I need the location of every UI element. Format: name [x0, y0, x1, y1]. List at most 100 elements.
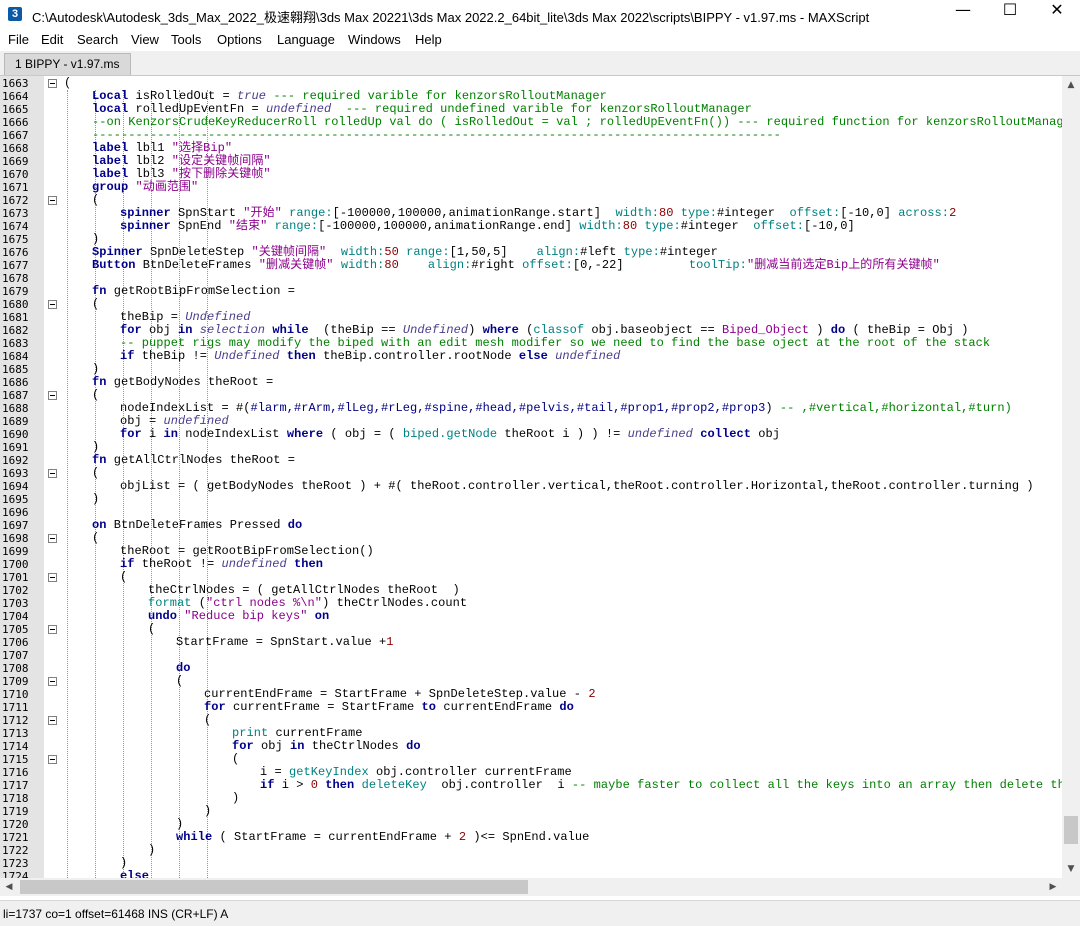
code-text: for currentFrame = StartFrame to current…: [204, 701, 574, 714]
fold-toggle-icon[interactable]: [48, 716, 57, 725]
code-token: width:: [579, 219, 623, 233]
code-text: (: [92, 389, 99, 402]
menu-language[interactable]: Language: [277, 32, 335, 47]
fold-toggle-icon[interactable]: [48, 625, 57, 634]
line-number: 1723: [2, 857, 29, 870]
code-token: toolTip:: [688, 258, 747, 272]
code-token: else: [120, 869, 150, 879]
code-token: obj.baseobject ==: [591, 323, 722, 337]
code-token: while: [272, 323, 316, 337]
fold-toggle-icon[interactable]: [48, 677, 57, 686]
code-token: spinner: [120, 206, 179, 220]
line-number: 1676: [2, 246, 29, 259]
close-button[interactable]: ✕: [1034, 0, 1080, 30]
indent-guide: [95, 90, 96, 878]
fold-toggle-icon[interactable]: [48, 391, 57, 400]
code-token: do: [287, 518, 303, 532]
code-text: (: [204, 714, 211, 727]
line-number: 1722: [2, 844, 29, 857]
menu-help[interactable]: Help: [415, 32, 442, 47]
code-token: align:: [427, 258, 472, 272]
fold-toggle-icon[interactable]: [48, 573, 57, 582]
code-text: fn getBodyNodes theRoot =: [92, 376, 273, 389]
code-editor[interactable]: 1663 (1664 Local isRolledOut = true --- re…: [0, 76, 1062, 878]
code-token: undefined: [627, 427, 701, 441]
scroll-left-arrow-icon[interactable]: ◀: [0, 878, 18, 896]
menu-tools[interactable]: Tools: [171, 32, 201, 47]
line-number: 1674: [2, 220, 29, 233]
vertical-scroll-thumb[interactable]: [1064, 816, 1078, 844]
line-number: 1665: [2, 103, 29, 116]
code-token: (: [204, 713, 212, 727]
line-number: 1664: [2, 90, 29, 103]
fold-toggle-icon[interactable]: [48, 469, 57, 478]
line-number: 1721: [2, 831, 29, 844]
line-number: 1678: [2, 272, 29, 285]
code-token: i: [149, 427, 164, 441]
menu-search[interactable]: Search: [77, 32, 118, 47]
code-token: lbl1: [135, 141, 172, 155]
fold-toggle-icon[interactable]: [48, 79, 57, 88]
minimize-button[interactable]: —: [940, 0, 986, 30]
code-token: "动画范围": [135, 180, 199, 194]
menu-file[interactable]: File: [8, 32, 29, 47]
menu-view[interactable]: View: [131, 32, 159, 47]
code-text: for i in nodeIndexList where ( obj = ( b…: [120, 428, 780, 441]
code-text: fn getAllCtrlNodes theRoot =: [92, 454, 295, 467]
code-token: then: [286, 349, 324, 363]
code-token: getRootBipFromSelection =: [113, 284, 296, 298]
code-token: -- ,#vertical,#horizontal,#turn): [779, 401, 1012, 415]
horizontal-scrollbar[interactable]: ◀ ▶: [0, 878, 1062, 896]
code-token: #integer: [717, 206, 790, 220]
code-token: (: [176, 674, 184, 688]
vertical-scrollbar[interactable]: ▲ ▼: [1062, 76, 1080, 878]
code-token: #left: [580, 245, 624, 259]
code-token: getKeyIndex: [289, 765, 377, 779]
code-token: (: [92, 466, 100, 480]
menu-options[interactable]: Options: [217, 32, 262, 47]
tab-bippy-script[interactable]: 1 BIPPY - v1.97.ms: [4, 53, 131, 75]
line-number: 1711: [2, 701, 29, 714]
menu-edit[interactable]: Edit: [41, 32, 63, 47]
code-token: "删减当前选定Bip上的所有关键帧": [746, 258, 940, 272]
code-token: to: [421, 700, 444, 714]
horizontal-scroll-thumb[interactable]: [20, 880, 528, 894]
indent-guide: [67, 90, 68, 878]
maximize-button[interactable]: ☐: [987, 0, 1033, 30]
code-token: Local: [92, 89, 136, 103]
code-text: StartFrame = SpnStart.value +1: [176, 636, 394, 649]
fold-toggle-icon[interactable]: [48, 196, 57, 205]
code-token: theBip.controller.rootNode: [323, 349, 519, 363]
line-number: 1713: [2, 727, 29, 740]
scroll-right-arrow-icon[interactable]: ▶: [1044, 878, 1062, 896]
code-text: if theBip != Undefined then theBip.contr…: [120, 350, 620, 363]
code-token: 0: [310, 778, 326, 792]
code-text: (: [92, 194, 99, 207]
fold-toggle-icon[interactable]: [48, 534, 57, 543]
fold-toggle-icon[interactable]: [48, 300, 57, 309]
code-token: obj: [149, 323, 179, 337]
line-number: 1682: [2, 324, 29, 337]
fold-toggle-icon[interactable]: [48, 755, 57, 764]
code-token: else: [518, 349, 556, 363]
code-token: Spinner: [92, 245, 151, 259]
menu-windows[interactable]: Windows: [348, 32, 401, 47]
code-token: [0,-22]: [572, 258, 689, 272]
scroll-up-arrow-icon[interactable]: ▲: [1062, 76, 1080, 94]
scroll-down-arrow-icon[interactable]: ▼: [1062, 860, 1080, 878]
code-token: --- required undefined varible for kenzo…: [331, 102, 752, 116]
code-token: "开始": [243, 206, 290, 220]
code-token: ): [148, 843, 156, 857]
code-token: [-10,0]: [840, 206, 899, 220]
line-number: 1692: [2, 454, 29, 467]
scrollbar-corner: [1062, 878, 1080, 896]
code-token: do: [406, 739, 421, 753]
line-number: 1695: [2, 493, 29, 506]
line-number: 1684: [2, 350, 29, 363]
code-token: currentFrame: [275, 726, 363, 740]
code-token: while: [176, 830, 220, 844]
code-text: for obj in theCtrlNodes do: [232, 740, 421, 753]
code-token: Undefined: [214, 349, 287, 363]
code-token: SpnStart: [178, 206, 244, 220]
code-token: Biped_Object: [721, 323, 817, 337]
